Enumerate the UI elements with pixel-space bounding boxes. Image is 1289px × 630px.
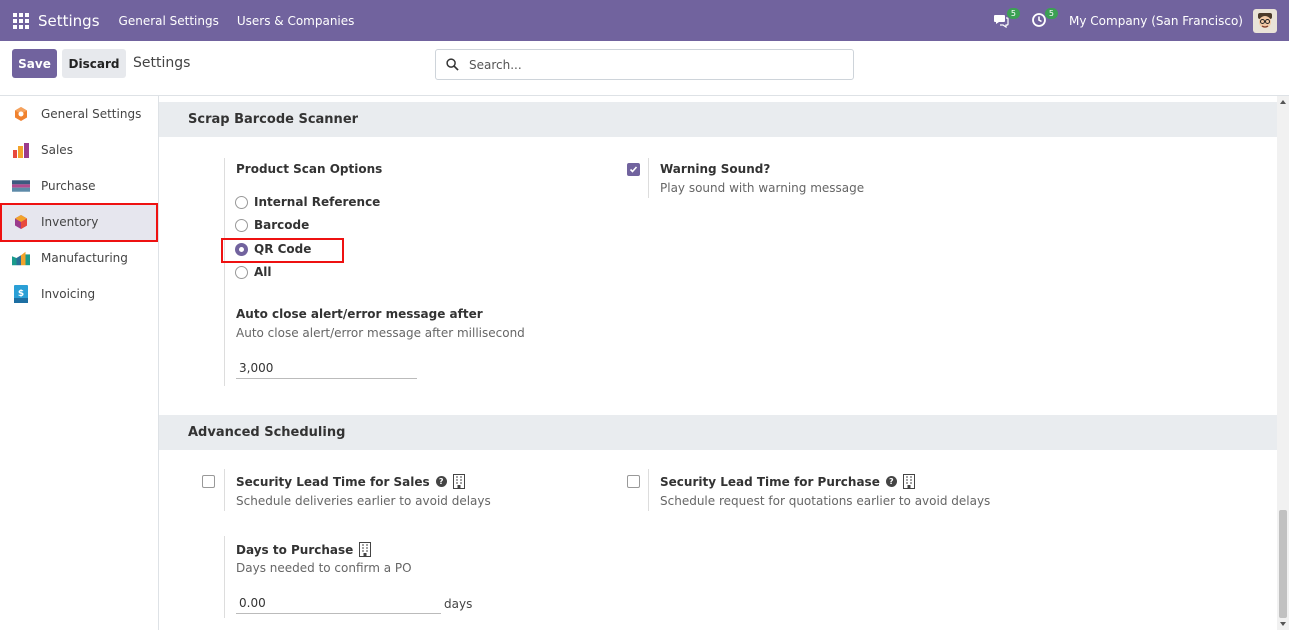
control-panel: Save Discard Settings (0, 41, 1289, 96)
product-scan-options-label: Product Scan Options (236, 162, 383, 176)
apps-menu-icon[interactable] (13, 12, 29, 29)
security-lead-sales-description: Schedule deliveries earlier to avoid del… (236, 494, 491, 508)
setting-divider (648, 469, 649, 511)
days-to-purchase-description: Days needed to confirm a PO (236, 561, 412, 575)
sidebar-item-label: General Settings (41, 107, 142, 121)
chat-badge: 5 (1006, 7, 1021, 19)
search-icon (446, 58, 459, 71)
purchase-icon (12, 177, 30, 195)
menu-users-companies[interactable]: Users & Companies (237, 14, 355, 28)
sidebar-item-purchase[interactable]: Purchase (0, 168, 158, 204)
days-to-purchase-label-row: Days to Purchase (236, 542, 372, 557)
sidebar-item-sales[interactable]: Sales (0, 132, 158, 168)
company-building-icon (452, 474, 465, 489)
top-navbar: Settings General Settings Users & Compan… (0, 0, 1289, 41)
sidebar-item-label: Invoicing (41, 287, 96, 301)
security-lead-purchase-checkbox[interactable] (627, 475, 640, 488)
radio-button[interactable] (235, 265, 248, 279)
activity-clock-icon[interactable]: 5 (1031, 7, 1059, 30)
chat-icon[interactable]: 5 (993, 7, 1021, 30)
security-lead-sales-label-row: Security Lead Time for Sales ? (236, 474, 465, 489)
manufacturing-icon (12, 249, 30, 267)
section-header-scrap: Scrap Barcode Scanner (159, 102, 1277, 137)
content-scrollbar[interactable] (1277, 96, 1289, 630)
company-building-icon (902, 474, 915, 489)
sidebar-item-label: Purchase (41, 179, 96, 193)
menu-general-settings[interactable]: General Settings (119, 14, 219, 28)
navbar-systray: 5 5 My Company (San Francisco) (993, 0, 1277, 41)
activity-badge: 5 (1044, 7, 1059, 19)
days-to-purchase-label: Days to Purchase (236, 542, 354, 557)
radio-label: Barcode (254, 218, 310, 232)
radio-button[interactable] (235, 195, 248, 209)
radio-label: Internal Reference (254, 195, 381, 209)
setting-divider (224, 536, 225, 618)
sidebar-item-label: Manufacturing (41, 251, 128, 265)
highlight-box-qr-code (221, 238, 344, 263)
page-title: Settings (133, 55, 191, 71)
security-lead-purchase-label: Security Lead Time for Purchase (660, 474, 880, 489)
auto-close-description: Auto close alert/error message after mil… (236, 326, 525, 340)
discard-button[interactable]: Discard (62, 49, 126, 78)
warning-sound-checkbox[interactable] (627, 163, 640, 176)
check-icon (629, 166, 638, 173)
section-header-advanced-scheduling: Advanced Scheduling (159, 415, 1277, 450)
settings-content: Scrap Barcode Scanner Product Scan Optio… (159, 96, 1277, 630)
settings-sidebar: General Settings Sales Purchase Inventor… (0, 96, 159, 630)
security-lead-sales-label: Security Lead Time for Sales (236, 474, 430, 489)
invoicing-icon: $ (12, 285, 30, 303)
warning-sound-description: Play sound with warning message (660, 181, 865, 195)
days-to-purchase-input[interactable]: 0.00 (236, 592, 441, 614)
security-lead-sales-checkbox[interactable] (202, 475, 215, 488)
setting-divider (224, 158, 225, 386)
general-settings-icon (12, 105, 30, 123)
user-avatar[interactable] (1253, 8, 1277, 33)
setting-divider (648, 158, 649, 198)
highlight-box-inventory (0, 203, 158, 242)
scroll-down-arrow-icon[interactable] (1280, 622, 1286, 626)
sidebar-item-label: Sales (41, 143, 73, 157)
search-input[interactable] (469, 57, 829, 72)
security-lead-purchase-label-row: Security Lead Time for Purchase ? (660, 474, 915, 489)
svg-text:$: $ (18, 289, 24, 299)
warning-sound-label: Warning Sound? (660, 162, 771, 176)
company-switcher[interactable]: My Company (San Francisco) (1069, 14, 1243, 28)
sidebar-item-invoicing[interactable]: $ Invoicing (0, 276, 158, 312)
sales-icon (12, 141, 30, 159)
auto-close-label: Auto close alert/error message after (236, 307, 483, 321)
days-unit-label: days (444, 597, 473, 611)
auto-close-input[interactable]: 3,000 (236, 357, 417, 379)
scroll-thumb[interactable] (1279, 510, 1287, 618)
help-icon[interactable]: ? (435, 476, 447, 487)
radio-internal-reference[interactable]: Internal Reference (235, 195, 380, 209)
sidebar-item-manufacturing[interactable]: Manufacturing (0, 240, 158, 276)
company-building-icon (359, 542, 372, 557)
radio-all[interactable]: All (235, 265, 272, 279)
search-box[interactable] (435, 49, 854, 80)
radio-label: All (254, 265, 272, 279)
help-icon[interactable]: ? (885, 476, 897, 487)
save-button[interactable]: Save (12, 49, 57, 78)
scroll-up-arrow-icon[interactable] (1280, 100, 1286, 104)
radio-barcode[interactable]: Barcode (235, 218, 309, 232)
setting-divider (224, 469, 225, 511)
security-lead-purchase-description: Schedule request for quotations earlier … (660, 494, 991, 508)
radio-button[interactable] (235, 218, 248, 232)
app-brand[interactable]: Settings (38, 12, 100, 30)
sidebar-item-general-settings[interactable]: General Settings (0, 96, 158, 132)
